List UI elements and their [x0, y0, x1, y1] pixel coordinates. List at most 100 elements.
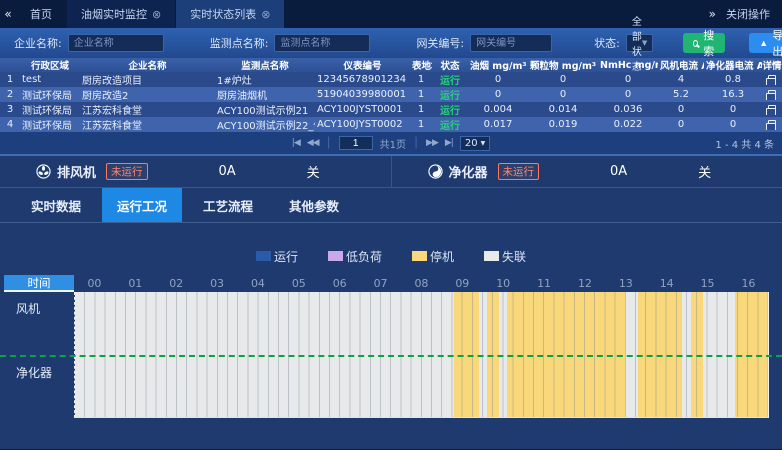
prev-page-icon[interactable]: ◀◀ — [307, 138, 319, 148]
tab-工艺流程[interactable]: 工艺流程 — [188, 188, 268, 222]
table-cell: 1 — [410, 119, 432, 130]
table-cell: 江苏宏科食堂 — [80, 102, 215, 117]
nav-tab-label: 实时状态列表 — [190, 6, 256, 22]
tab-其他参数[interactable]: 其他参数 — [274, 188, 354, 222]
detail-icon[interactable] — [768, 90, 776, 100]
timeline-segment — [735, 356, 768, 417]
close-tab-icon[interactable]: ⊗ — [261, 8, 270, 21]
column-header: 颗粒物 mg/m³ — [528, 58, 598, 72]
expand-arrows-icon[interactable]: » — [709, 7, 716, 21]
enterprise-name-input[interactable] — [68, 34, 164, 52]
table-cell: 1 — [410, 89, 432, 100]
row-range-label: 1 - 4 共 4 条 — [715, 136, 774, 151]
table-row[interactable]: 2测试环保局厨房改造2厨房油烟机519040399800011运行0005.21… — [0, 87, 782, 102]
legend-label: 失联 — [502, 248, 526, 265]
legend-item: 停机 — [412, 248, 454, 265]
nav-tab-1[interactable]: 首页 — [16, 0, 67, 28]
legend-label: 运行 — [274, 248, 298, 265]
search-button[interactable]: 搜索 — [683, 33, 725, 53]
page-number-input[interactable] — [339, 136, 373, 150]
table-cell: 12345678901234 — [315, 74, 410, 85]
hour-tick-label: 00 — [74, 277, 115, 290]
first-page-icon[interactable]: |◀ — [292, 138, 300, 148]
table-cell: 运行 — [432, 117, 468, 132]
detail-icon[interactable] — [768, 120, 776, 130]
table-cell: 1 — [410, 74, 432, 85]
device-card-1: 排风机未运行0A关 — [0, 156, 391, 187]
hour-tick-label: 15 — [687, 277, 728, 290]
export-button[interactable]: ▲ 导出 — [749, 33, 782, 53]
table-cell: 测试环保局 — [20, 87, 80, 102]
timeline-segment — [625, 292, 637, 356]
table-row[interactable]: 3测试环保局江苏宏科食堂ACY100测试示例21ACY100JYST00011运… — [0, 102, 782, 117]
table-cell: ACY100测试示例21 — [215, 102, 315, 117]
legend-item: 失联 — [484, 248, 526, 265]
table-cell: 51904039980001 — [315, 89, 410, 100]
legend-label: 停机 — [430, 248, 454, 265]
timeline-segment — [682, 356, 690, 417]
topnav-tabs: 首页油烟实时监控⊗ 实时状态列表 ⊗ — [16, 0, 285, 28]
table-cell: 0 — [704, 104, 762, 115]
table-cell: 运行 — [432, 102, 468, 117]
column-header: 净化器电流 A — [704, 58, 762, 72]
table-cell: 1#炉灶 — [215, 72, 315, 87]
nav-tab-2[interactable]: 油烟实时监控⊗ — [67, 0, 176, 28]
enterprise-name-label: 企业名称: — [14, 35, 62, 51]
table-cell: 0 — [658, 119, 704, 130]
timeline-segment — [75, 356, 454, 417]
table-cell: ACY100JYST0001 — [315, 104, 410, 115]
column-header: 行政区域 — [20, 58, 80, 72]
close-tab-icon[interactable]: ⊗ — [152, 8, 161, 21]
gateway-no-label: 网关编号: — [416, 35, 464, 51]
tab-运行工况[interactable]: 运行工况 — [102, 188, 182, 222]
collapse-icon[interactable]: « — [0, 7, 16, 21]
column-header: 表地址 — [410, 58, 432, 72]
table-cell: 运行 — [432, 72, 468, 87]
detail-tabs: 实时数据运行工况工艺流程其他参数 — [0, 188, 782, 223]
table-header-row: 行政区域企业名称监测点名称仪表编号表地址状态油烟 mg/m³颗粒物 mg/m³N… — [0, 58, 782, 72]
detail-icon[interactable] — [768, 75, 776, 85]
next-page-icon[interactable]: ▶▶ — [426, 138, 438, 148]
tab-实时数据[interactable]: 实时数据 — [16, 188, 96, 222]
table-cell: 测试环保局 — [20, 117, 80, 132]
timeline-segment — [703, 356, 736, 417]
table-cell: 1 — [0, 74, 20, 85]
table-row[interactable]: 1test厨房改造项目1#炉灶123456789012341运行00040.8 — [0, 72, 782, 87]
last-page-icon[interactable]: ▶| — [445, 138, 453, 148]
hour-tick-label: 02 — [156, 277, 197, 290]
timeline-legend: 运行 低负荷 停机 失联 — [0, 247, 782, 265]
detail-cell — [762, 90, 782, 100]
hour-tick-label: 10 — [483, 277, 524, 290]
monitor-point-input[interactable] — [274, 34, 370, 52]
timeline-segment — [735, 292, 768, 356]
hour-tick-label: 06 — [319, 277, 360, 290]
hour-tick-label: 11 — [524, 277, 565, 290]
time-column-header[interactable]: 时间 — [4, 275, 74, 292]
fan-icon — [36, 164, 51, 179]
close-operations-button[interactable]: 关闭操作 — [726, 6, 770, 22]
device-switch-state: 关 — [698, 162, 711, 181]
table-cell: 0 — [658, 104, 704, 115]
legend-item: 低负荷 — [328, 248, 382, 265]
page-size-select[interactable]: 20 ▼ — [460, 136, 490, 151]
column-header: 仪表编号 — [315, 58, 410, 72]
legend-swatch — [484, 251, 499, 261]
table-cell: test — [20, 74, 80, 85]
gateway-no-input[interactable] — [470, 34, 552, 52]
status-select[interactable]: 全部状态 ▼ — [626, 34, 653, 52]
table-cell: 0 — [598, 89, 658, 100]
timeline-segment — [75, 292, 454, 356]
column-header: 企业名称 — [80, 58, 215, 72]
nav-tab-3[interactable]: 实时状态列表 ⊗ — [176, 0, 285, 28]
table-cell: 江苏宏科食堂 — [80, 117, 215, 132]
timeline-segment — [454, 356, 478, 417]
timeline-segment — [638, 356, 683, 417]
detail-icon[interactable] — [768, 105, 776, 115]
device-status-row: 排风机未运行0A关净化器未运行0A关 — [0, 156, 782, 188]
table-row[interactable]: 4测试环保局江苏宏科食堂ACY100测试示例22_传感器原始值ACY100JYS… — [0, 117, 782, 132]
status-label: 状态: — [594, 35, 620, 51]
timeline-segment — [487, 292, 499, 356]
table-cell: 0 — [704, 119, 762, 130]
table-cell: 厨房改造2 — [80, 87, 215, 102]
timeline-lane — [75, 292, 768, 356]
